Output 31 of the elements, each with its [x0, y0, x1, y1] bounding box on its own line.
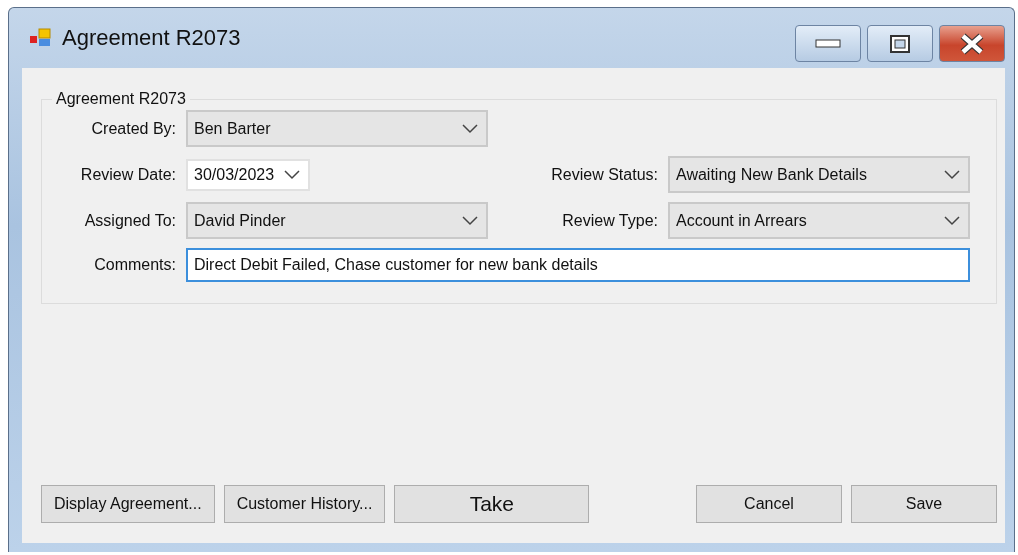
- window-title: Agreement R2073: [62, 25, 242, 51]
- maximize-icon: [889, 33, 911, 54]
- field-label: Review Status:: [550, 165, 658, 184]
- close-icon: [959, 32, 985, 55]
- chevron-down-icon: [944, 169, 960, 180]
- dropdown[interactable]: Awaiting New Bank Details: [668, 156, 970, 193]
- date-picker[interactable]: 30/03/2023: [186, 158, 311, 191]
- chevron-down-icon: [944, 215, 960, 226]
- chevron-down-icon: [462, 215, 478, 226]
- field-label: Review Type:: [561, 211, 658, 230]
- dropdown[interactable]: Ben Barter: [186, 110, 488, 147]
- field-label: Assigned To:: [83, 211, 176, 230]
- minimize-icon: [815, 38, 841, 49]
- field-label: Review Date:: [79, 165, 176, 184]
- dropdown[interactable]: Account in Arrears: [668, 202, 970, 239]
- field-label: Comments:: [93, 256, 176, 274]
- comments-field[interactable]: Direct Debit Failed, Chase customer for new bank details: [186, 248, 970, 282]
- chevron-down-icon: [284, 169, 301, 180]
- chevron-down-icon: [462, 123, 478, 134]
- action-button[interactable]: Display Agreement...: [41, 485, 215, 523]
- action-button[interactable]: Save: [851, 485, 997, 523]
- action-button[interactable]: Cancel: [696, 485, 842, 523]
- action-button[interactable]: Customer History...: [223, 485, 386, 523]
- group-title: Agreement R2073: [55, 90, 187, 108]
- minimize-button[interactable]: [795, 25, 861, 62]
- maximize-button[interactable]: [867, 25, 933, 62]
- field-label: Created By:: [90, 119, 176, 138]
- app-icon: [30, 28, 52, 48]
- close-button[interactable]: [939, 25, 1005, 62]
- dropdown[interactable]: David Pinder: [186, 202, 488, 239]
- action-button[interactable]: Take: [394, 485, 590, 523]
